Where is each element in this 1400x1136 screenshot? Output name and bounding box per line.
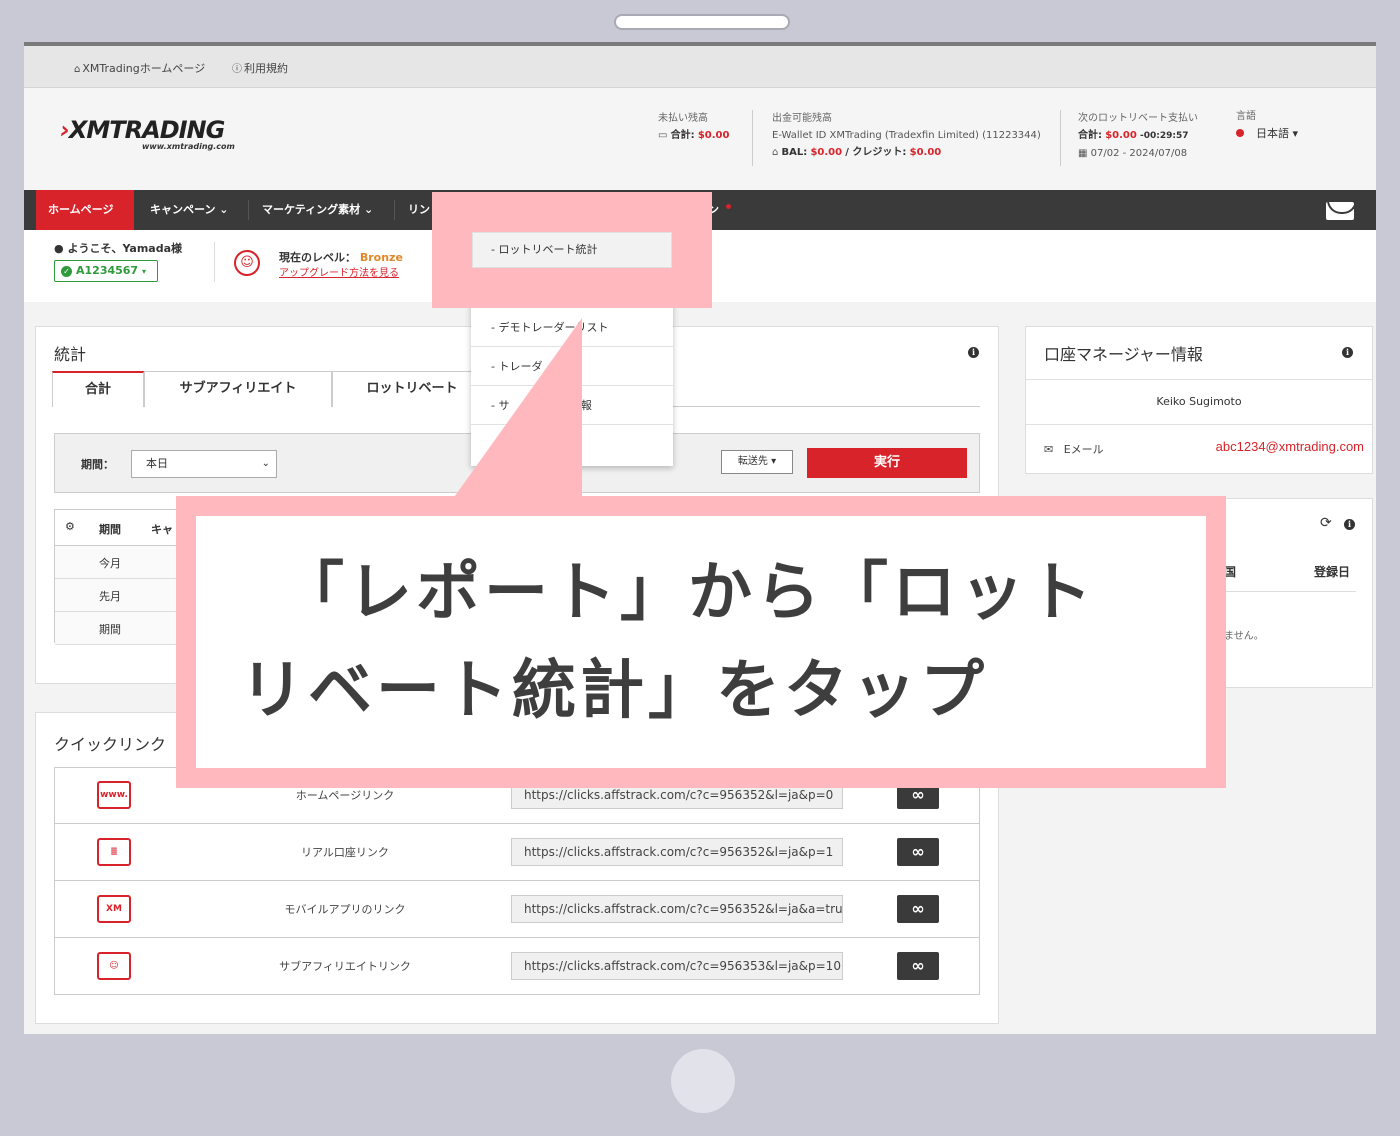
pointer-triangle: [452, 318, 582, 500]
callout-inner: 「レポート」から「ロット リベート統計」をタップ: [196, 516, 1206, 768]
instruction-line-1: 「レポート」から「ロット: [280, 556, 1096, 630]
instruction-callout: 「レポート」から「ロット リベート統計」をタップ: [176, 496, 1226, 788]
tablet-home-button[interactable]: [671, 1049, 735, 1113]
instruction-line-2: リベート統計」をタップ: [240, 654, 988, 728]
instruction-text: 「レポート」から「ロット リベート統計」をタップ: [240, 544, 1190, 740]
